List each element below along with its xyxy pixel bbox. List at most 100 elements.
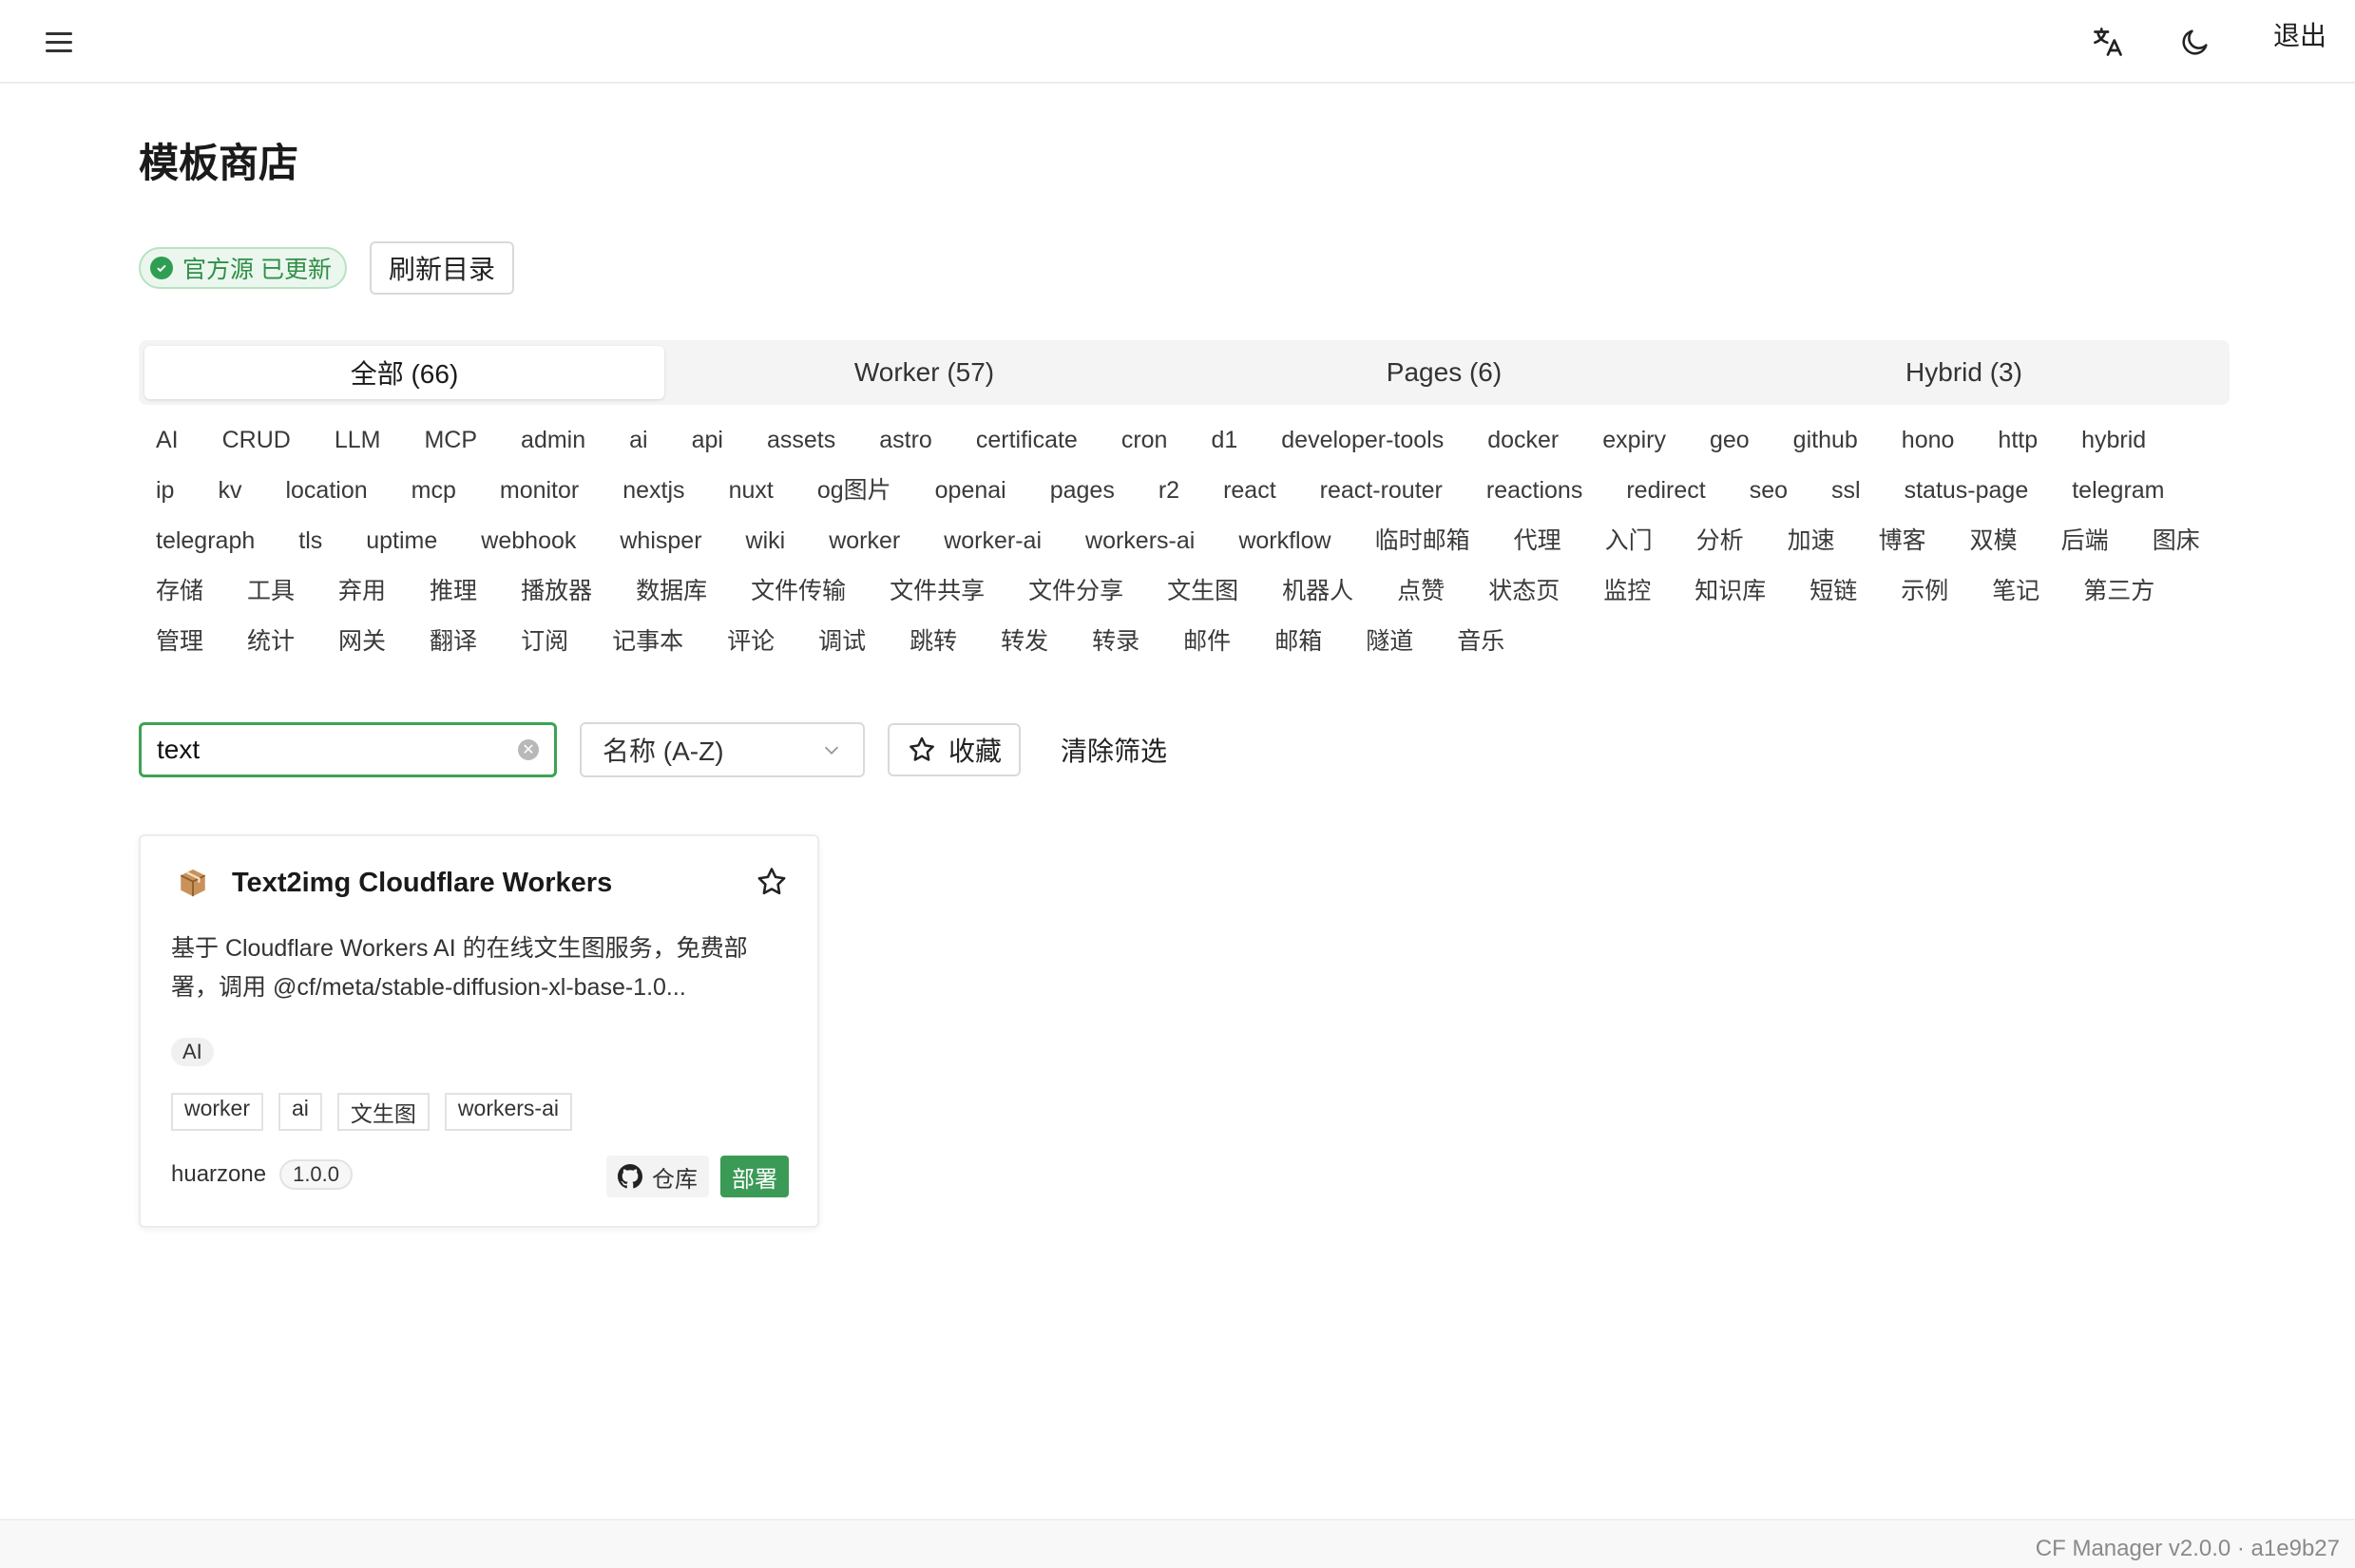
tag-filter-item[interactable]: 知识库	[1681, 573, 1779, 609]
tag-filter-item[interactable]: worker	[815, 523, 913, 559]
tag-filter-item[interactable]: 存储	[143, 573, 217, 609]
logout-button[interactable]: 退出	[2273, 15, 2326, 53]
tag-filter-item[interactable]: 短链	[1796, 573, 1870, 609]
tag-filter-item[interactable]: 代理	[1501, 523, 1575, 559]
search-input[interactable]	[157, 735, 518, 765]
tag-filter-item[interactable]: 邮件	[1170, 623, 1244, 660]
tag-filter-item[interactable]: openai	[922, 472, 1020, 508]
tag-filter-item[interactable]: react	[1210, 472, 1290, 508]
tag-filter-item[interactable]: admin	[507, 422, 599, 458]
tag-filter-item[interactable]: webhook	[468, 523, 589, 559]
tag-filter-item[interactable]: pages	[1037, 472, 1128, 508]
tag-filter-item[interactable]: 隧道	[1352, 623, 1426, 660]
tag-filter-item[interactable]: 文件分享	[1015, 573, 1137, 609]
tag-filter-item[interactable]: hybrid	[2068, 422, 2159, 458]
sort-select[interactable]: 名称 (A-Z)	[580, 722, 865, 777]
tag-filter-item[interactable]: cron	[1108, 422, 1181, 458]
tag-filter-item[interactable]: 推理	[416, 573, 490, 609]
tag-filter-item[interactable]: 跳转	[896, 623, 970, 660]
tag-filter-item[interactable]: uptime	[353, 523, 450, 559]
tag-filter-item[interactable]: 播放器	[507, 573, 605, 609]
tag-filter-item[interactable]: 监控	[1590, 573, 1664, 609]
tag-filter-item[interactable]: 工具	[234, 573, 308, 609]
tag-filter-item[interactable]: wiki	[733, 523, 799, 559]
tag-filter-item[interactable]: 双模	[1957, 523, 2031, 559]
tag-filter-item[interactable]: seo	[1736, 472, 1801, 508]
refresh-catalog-button[interactable]: 刷新目录	[369, 241, 514, 295]
tag-filter-item[interactable]: worker-ai	[930, 523, 1055, 559]
tag-filter-item[interactable]: 第三方	[2070, 573, 2168, 609]
deploy-button[interactable]: 部署	[720, 1156, 789, 1197]
favorites-filter-button[interactable]: 收藏	[888, 723, 1022, 776]
tag-filter-item[interactable]: 后端	[2048, 523, 2122, 559]
tag-filter-item[interactable]: astro	[866, 422, 946, 458]
tag-filter-item[interactable]: 状态页	[1475, 573, 1573, 609]
tag-filter-item[interactable]: 评论	[714, 623, 788, 660]
clear-search-icon[interactable]: ✕	[518, 739, 539, 760]
tag-filter-item[interactable]: kv	[204, 472, 255, 508]
tag-filter-item[interactable]: geo	[1696, 422, 1763, 458]
tag-filter-item[interactable]: 博客	[1866, 523, 1940, 559]
tag-filter-item[interactable]: 网关	[325, 623, 399, 660]
tag-filter-item[interactable]: 图床	[2139, 523, 2213, 559]
tag-filter-item[interactable]: monitor	[487, 472, 592, 508]
tab-hybrid[interactable]: Hybrid (3)	[1704, 346, 2224, 399]
tag-filter-item[interactable]: 机器人	[1269, 573, 1367, 609]
tag-filter-item[interactable]: 加速	[1774, 523, 1848, 559]
tag-filter-item[interactable]: github	[1780, 422, 1871, 458]
tag-filter-item[interactable]: tls	[285, 523, 335, 559]
tag-filter-item[interactable]: workflow	[1225, 523, 1344, 559]
tag-filter-item[interactable]: mcp	[398, 472, 469, 508]
tag-filter-item[interactable]: 分析	[1683, 523, 1757, 559]
tag-filter-item[interactable]: 临时邮箱	[1362, 523, 1484, 559]
tag-filter-item[interactable]: 订阅	[507, 623, 582, 660]
tag-filter-item[interactable]: 弃用	[325, 573, 399, 609]
tag-filter-item[interactable]: status-page	[1891, 472, 2042, 508]
tag-filter-item[interactable]: whisper	[606, 523, 715, 559]
favorite-star-icon[interactable]	[755, 865, 789, 904]
tag-filter-item[interactable]: ssl	[1818, 472, 1874, 508]
tag-filter-item[interactable]: 统计	[234, 623, 308, 660]
tag-filter-item[interactable]: docker	[1474, 422, 1572, 458]
tag-filter-item[interactable]: 数据库	[622, 573, 720, 609]
tag-filter-item[interactable]: 转发	[987, 623, 1062, 660]
tag-filter-item[interactable]: 记事本	[599, 623, 697, 660]
tag-filter-item[interactable]: nextjs	[609, 472, 698, 508]
tag-filter-item[interactable]: reactions	[1473, 472, 1596, 508]
tag-filter-item[interactable]: location	[272, 472, 380, 508]
tag-filter-item[interactable]: workers-ai	[1072, 523, 1208, 559]
tag-filter-item[interactable]: 邮箱	[1261, 623, 1335, 660]
tag-filter-item[interactable]: 文生图	[1154, 573, 1252, 609]
tag-filter-item[interactable]: redirect	[1613, 472, 1718, 508]
tag-filter-item[interactable]: nuxt	[716, 472, 787, 508]
tag-filter-item[interactable]: 入门	[1592, 523, 1666, 559]
tag-filter-item[interactable]: 音乐	[1444, 623, 1518, 660]
tag-filter-item[interactable]: 文件共享	[876, 573, 998, 609]
tag-filter-item[interactable]: 管理	[143, 623, 217, 660]
tag-filter-item[interactable]: api	[679, 422, 737, 458]
tag-filter-item[interactable]: CRUD	[209, 422, 304, 458]
template-card[interactable]: Text2img Cloudflare Workers 基于 Cloudflar…	[139, 834, 819, 1228]
tag-filter-item[interactable]: 文件传输	[737, 573, 859, 609]
tag-filter-item[interactable]: assets	[754, 422, 849, 458]
tag-filter-item[interactable]: AI	[143, 422, 192, 458]
tag-filter-item[interactable]: telegram	[2058, 472, 2177, 508]
tag-filter-item[interactable]: expiry	[1589, 422, 1679, 458]
tag-filter-item[interactable]: MCP	[411, 422, 490, 458]
tag-filter-item[interactable]: LLM	[321, 422, 394, 458]
hamburger-menu-icon[interactable]	[42, 23, 80, 61]
tag-filter-item[interactable]: r2	[1145, 472, 1193, 508]
tag-filter-item[interactable]: certificate	[963, 422, 1091, 458]
tag-filter-item[interactable]: 转录	[1079, 623, 1153, 660]
tab-worker[interactable]: Worker (57)	[664, 346, 1184, 399]
tag-filter-item[interactable]: http	[1984, 422, 2051, 458]
tag-filter-item[interactable]: developer-tools	[1268, 422, 1457, 458]
tag-filter-item[interactable]: 点赞	[1384, 573, 1458, 609]
tab-pages[interactable]: Pages (6)	[1184, 346, 1704, 399]
tag-filter-item[interactable]: ai	[616, 422, 661, 458]
tag-filter-item[interactable]: 示例	[1887, 573, 1962, 609]
tag-filter-item[interactable]: telegraph	[143, 523, 268, 559]
tag-filter-item[interactable]: d1	[1197, 422, 1251, 458]
tag-filter-item[interactable]: 翻译	[416, 623, 490, 660]
translate-icon[interactable]	[2085, 19, 2131, 65]
